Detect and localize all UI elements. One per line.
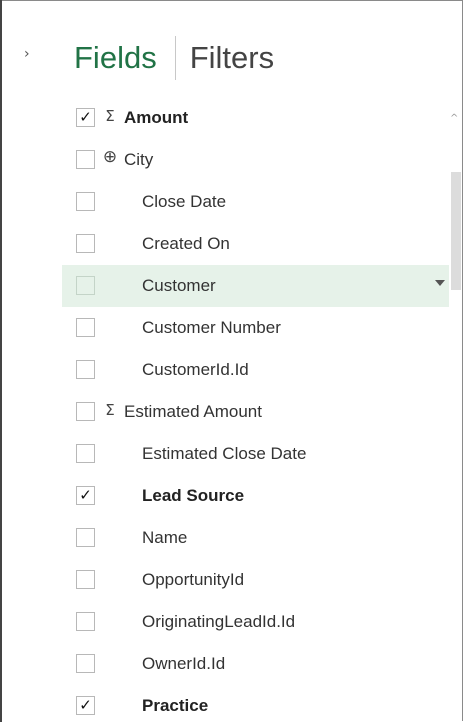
checkbox-checked[interactable]: ✓ <box>76 108 95 127</box>
tab-filters[interactable]: Filters <box>190 40 274 76</box>
checkbox[interactable] <box>76 360 95 379</box>
checkbox[interactable] <box>76 402 95 421</box>
sigma-icon: Σ <box>105 401 115 419</box>
field-label: Customer <box>142 276 216 295</box>
dropdown-arrow-icon[interactable] <box>435 280 445 286</box>
checkbox[interactable] <box>76 612 95 631</box>
checkbox[interactable] <box>76 570 95 589</box>
tab-fields[interactable]: Fields <box>74 40 157 76</box>
field-label: Amount <box>124 108 189 127</box>
field-row[interactable]: OwnerId.Id <box>62 643 449 685</box>
field-label: OwnerId.Id <box>142 654 226 673</box>
checkbox[interactable] <box>76 654 95 673</box>
checkbox-checked[interactable]: ✓ <box>76 486 95 505</box>
field-label: Created On <box>142 234 230 253</box>
field-row[interactable]: ⊕ City <box>62 139 449 181</box>
field-label: Name <box>142 528 188 547</box>
field-label: City <box>124 150 154 169</box>
sigma-icon: Σ <box>105 107 115 125</box>
field-row[interactable]: ✓ Σ Amount <box>62 97 449 139</box>
field-label: Close Date <box>142 192 227 211</box>
field-row[interactable]: OpportunityId <box>62 559 449 601</box>
globe-icon: ⊕ <box>102 147 118 167</box>
checkbox[interactable] <box>76 276 95 295</box>
field-list: ✓ Σ Amount ⊕ City Close Date Created On Custome… <box>62 97 449 727</box>
field-row[interactable]: Estimated Close Date <box>62 433 449 475</box>
field-label: Estimated Close Date <box>142 444 307 463</box>
field-row[interactable]: ✓ Practice <box>62 685 449 727</box>
checkbox[interactable] <box>76 192 95 211</box>
field-row[interactable]: ✓ Lead Source <box>62 475 449 517</box>
field-row[interactable]: CustomerId.Id <box>62 349 449 391</box>
field-label: OpportunityId <box>142 570 245 589</box>
tab-divider <box>174 36 176 80</box>
checkbox[interactable] <box>76 150 95 169</box>
checkbox-checked[interactable]: ✓ <box>76 696 95 715</box>
field-row[interactable]: OriginatingLeadId.Id <box>62 601 449 643</box>
collapse-chevron-icon[interactable]: › <box>24 46 30 62</box>
field-label: OriginatingLeadId.Id <box>142 612 296 631</box>
checkbox[interactable] <box>76 234 95 253</box>
scroll-up-icon[interactable]: ^ <box>450 113 458 124</box>
field-row[interactable]: Customer Number <box>62 307 449 349</box>
checkbox[interactable] <box>76 444 95 463</box>
field-label: Practice <box>142 696 209 715</box>
pane-border <box>0 0 2 722</box>
field-label: CustomerId.Id <box>142 360 249 379</box>
field-row[interactable]: Created On <box>62 223 449 265</box>
field-label: Estimated Amount <box>124 402 262 421</box>
pane-tabs: Fields Filters <box>74 36 274 80</box>
field-row[interactable]: Σ Estimated Amount <box>62 391 449 433</box>
field-row[interactable]: Close Date <box>62 181 449 223</box>
field-row[interactable]: Customer <box>62 265 449 307</box>
scrollbar-thumb[interactable] <box>451 172 461 290</box>
field-label: Lead Source <box>142 486 245 505</box>
field-label: Customer Number <box>142 318 281 337</box>
field-row[interactable]: Name <box>62 517 449 559</box>
checkbox[interactable] <box>76 528 95 547</box>
checkbox[interactable] <box>76 318 95 337</box>
